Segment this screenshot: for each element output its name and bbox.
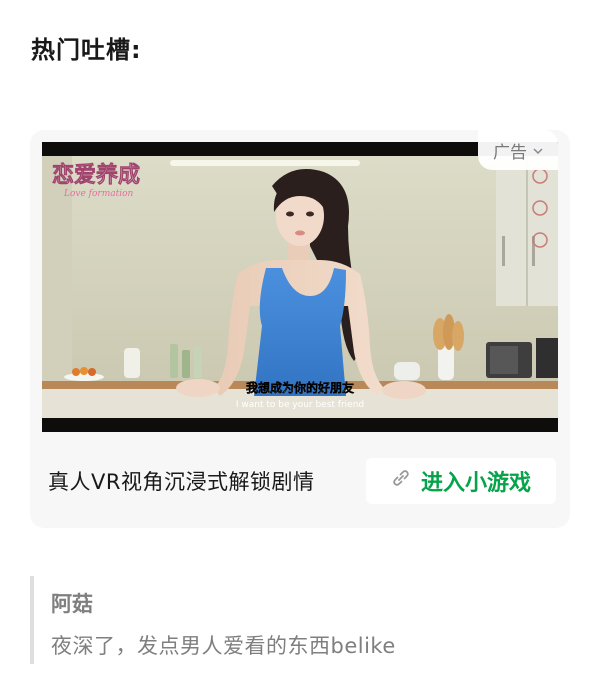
game-logo: 恋爱养成 [52, 162, 140, 188]
ad-badge[interactable]: 广告 [478, 130, 558, 170]
ad-badge-label: 广告 [493, 142, 527, 163]
game-logo-subtext: Love formation [63, 189, 134, 199]
video-subtitle-cn: 我想成为你的好朋友 [246, 380, 354, 395]
comment-text: 夜深了，发点男人爱看的东西belike [51, 634, 396, 658]
ad-card[interactable]: 恋爱养成 Love formation 我想成为你的好朋友 I want to … [30, 130, 570, 528]
ad-video-scene: 恋爱养成 Love formation 我想成为你的好朋友 I want to … [42, 156, 558, 418]
chevron-down-icon [533, 140, 543, 160]
ad-description: 真人VR视角沉浸式解锁剧情 [48, 470, 315, 494]
ad-footer: 真人VR视角沉浸式解锁剧情 进入小游戏 [48, 456, 556, 506]
link-icon [391, 468, 411, 494]
enter-mini-game-label: 进入小游戏 [420, 471, 531, 496]
comment-author: 阿菇 [51, 592, 93, 616]
comment-quote: 阿菇 夜深了，发点男人爱看的东西belike [30, 576, 570, 664]
enter-mini-game-button[interactable]: 进入小游戏 [366, 458, 556, 504]
video-subtitle-en: I want to be your best friend [236, 400, 364, 410]
section-title: 热门吐槽: [31, 36, 142, 64]
ad-video[interactable]: 恋爱养成 Love formation 我想成为你的好朋友 I want to … [42, 142, 558, 432]
